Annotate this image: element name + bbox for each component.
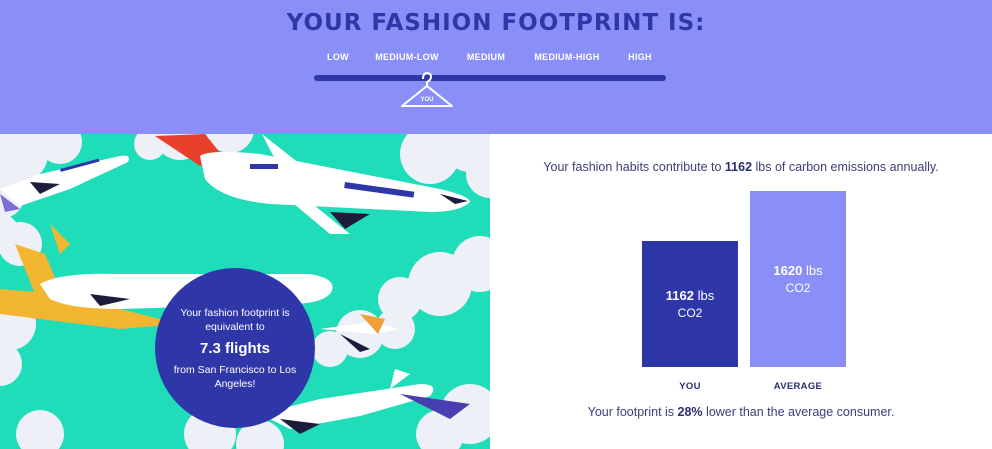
hanger-marker-icon bbox=[401, 71, 453, 107]
category-label-average: AVERAGE bbox=[773, 381, 823, 392]
bar-average-number: 1620 bbox=[773, 263, 803, 278]
page-title: YOUR FASHION FOOTPRINT IS: bbox=[286, 10, 706, 36]
category-label-you: YOU bbox=[679, 381, 701, 392]
circle-route-text: from San Francisco to Los Angeles! bbox=[173, 363, 297, 390]
circle-intro-text: Your fashion footprint is equivalent to bbox=[180, 306, 290, 333]
scale-label-high: HIGH bbox=[628, 52, 652, 62]
bar-average: 1620 lbs CO2 bbox=[750, 191, 846, 367]
footnote-suffix: lower than the average consumer. bbox=[702, 405, 895, 419]
flights-count: 7.3 flights bbox=[199, 339, 270, 357]
scale-label-low: LOW bbox=[327, 52, 349, 62]
summary-suffix: lbs of carbon emissions annually. bbox=[752, 160, 939, 174]
bar-you-sub: CO2 bbox=[677, 306, 703, 320]
footprint-scale-track bbox=[314, 75, 666, 81]
bar-you-unit: lbs bbox=[697, 288, 715, 303]
scale-label-medium-low: MEDIUM-LOW bbox=[375, 52, 439, 62]
footprint-header: YOUR FASHION FOOTPRINT IS: LOW MEDIUM-LO… bbox=[0, 0, 992, 134]
planes-illustration: Your fashion footprint is equivalent to … bbox=[0, 134, 490, 449]
footnote-prefix: Your footprint is bbox=[587, 405, 678, 419]
bar-you: 1162 lbs CO2 bbox=[642, 241, 738, 367]
hanger-marker-label: YOU bbox=[420, 97, 434, 103]
scale-label-medium-high: MEDIUM-HIGH bbox=[534, 52, 600, 62]
footnote-value: 28% bbox=[677, 405, 703, 419]
emissions-summary: Your fashion habits contribute to 1162 l… bbox=[490, 160, 992, 174]
bar-you-number: 1162 bbox=[665, 288, 694, 303]
flights-equivalent-circle: Your fashion footprint is equivalent to … bbox=[155, 268, 315, 428]
bar-average-sub: CO2 bbox=[785, 281, 811, 295]
summary-value: 1162 bbox=[724, 160, 753, 174]
bar-average-unit: lbs bbox=[805, 263, 823, 278]
comparison-footnote: Your footprint is 28% lower than the ave… bbox=[490, 405, 992, 419]
scale-label-medium: MEDIUM bbox=[466, 52, 506, 62]
summary-prefix: Your fashion habits contribute to bbox=[543, 160, 725, 174]
